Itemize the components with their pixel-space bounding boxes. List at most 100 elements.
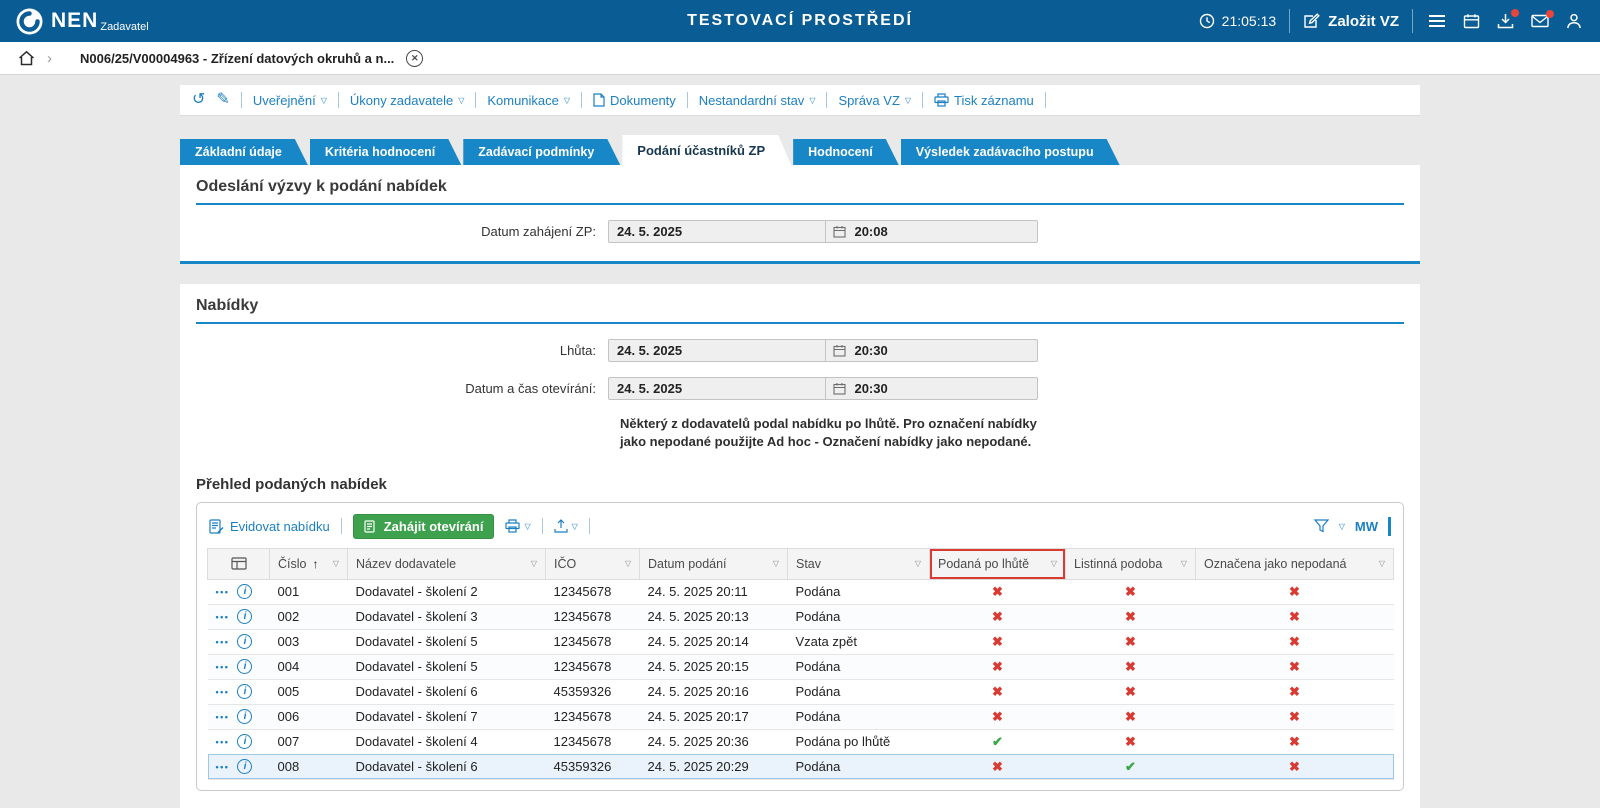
cell-nazev: Dodavatel - školení 4 [348, 729, 546, 754]
export-grid-button[interactable]: ▽ [554, 519, 578, 533]
table-row[interactable]: ••• i 007 Dodavatel - školení 4 12345678… [208, 729, 1394, 754]
table-row[interactable]: ••• i 002 Dodavatel - školení 3 12345678… [208, 604, 1394, 629]
col-nazev-dodavatele[interactable]: Název dodavatele ▽ [348, 548, 546, 579]
table-row[interactable]: ••• i 005 Dodavatel - školení 6 45359326… [208, 679, 1394, 704]
print-grid-button[interactable]: ▽ [505, 519, 530, 533]
col-podana-po-lhute[interactable]: Podaná po lhůtě ▽ [930, 548, 1066, 579]
record-action-bar: ↺ ✎ Uveřejnění ▽ Úkony zadavatele ▽ Komu… [180, 85, 1420, 116]
col-cislo[interactable]: Číslo ↑ ▽ [270, 548, 348, 579]
divider [826, 92, 827, 108]
tab-zadavaci-podminky[interactable]: Zadávací podmínky [463, 139, 620, 165]
table-row[interactable]: ••• i 006 Dodavatel - školení 7 12345678… [208, 704, 1394, 729]
table-row[interactable]: ••• i 003 Dodavatel - školení 5 12345678… [208, 629, 1394, 654]
row-menu-button[interactable]: ••• [216, 737, 230, 747]
calendar-button[interactable] [1461, 11, 1482, 31]
lhuta-date-input[interactable]: 24. 5. 2025 [609, 340, 826, 361]
row-menu-button[interactable]: ••• [216, 612, 230, 622]
filter-button[interactable] [1314, 519, 1329, 533]
row-info-button[interactable]: i [237, 759, 252, 774]
row-info-button[interactable]: i [237, 609, 252, 624]
table-row[interactable]: ••• i 001 Dodavatel - školení 2 12345678… [208, 579, 1394, 604]
cell-ico: 12345678 [546, 629, 640, 654]
downloads-button[interactable] [1495, 11, 1516, 31]
datum-zahajeni-date-input[interactable]: 24. 5. 2025 [609, 221, 826, 242]
row-info-button[interactable]: i [237, 584, 252, 599]
row-menu-button[interactable]: ••• [216, 662, 230, 672]
menu-sprava-vz[interactable]: Správa VZ ▽ [838, 93, 911, 108]
col-stav[interactable]: Stav ▽ [788, 548, 930, 579]
cell-datum-podani: 24. 5. 2025 20:17 [640, 704, 788, 729]
row-menu-button[interactable]: ••• [216, 587, 230, 597]
app-header: NEN Zadavatel TESTOVACÍ PROSTŘEDÍ 21:05:… [0, 0, 1600, 42]
cell-datum-podani: 24. 5. 2025 20:16 [640, 679, 788, 704]
row-info-button[interactable]: i [237, 709, 252, 724]
menu-uverejneni[interactable]: Uveřejnění ▽ [253, 93, 327, 108]
menu-tisk-zaznamu[interactable]: Tisk záznamu [934, 93, 1034, 108]
col-listinna-podoba[interactable]: Listinná podoba ▽ [1066, 548, 1196, 579]
filter-caret-icon[interactable]: ▽ [1181, 559, 1187, 568]
filter-caret-icon[interactable]: ▽ [531, 559, 537, 568]
row-menu-button[interactable]: ••• [216, 687, 230, 697]
tab-hodnoceni[interactable]: Hodnocení [793, 139, 899, 165]
menu-komunikace[interactable]: Komunikace ▽ [487, 93, 570, 108]
row-info-button[interactable]: i [237, 684, 252, 699]
create-vz-button[interactable]: Založit VZ [1303, 13, 1399, 30]
undo-button[interactable]: ↺ [192, 92, 205, 108]
filter-caret-icon[interactable]: ▽ [333, 559, 339, 568]
chevron-down-icon[interactable]: ▽ [1339, 522, 1345, 531]
chevron-right-icon: › [47, 50, 52, 67]
grid-toolbar-right: ▽ MW [1314, 517, 1391, 536]
home-button[interactable] [18, 50, 35, 66]
table-row[interactable]: ••• i 008 Dodavatel - školení 6 45359326… [208, 754, 1394, 779]
row-menu-button[interactable]: ••• [216, 762, 230, 772]
otevirani-date-input[interactable]: 24. 5. 2025 [609, 378, 826, 399]
tab-vysledek-zadavaciho-postupu[interactable]: Výsledek zadávacího postupu [901, 139, 1120, 165]
table-row[interactable]: ••• i 004 Dodavatel - školení 5 12345678… [208, 654, 1394, 679]
col-oznacena-jako-nepodana[interactable]: Označena jako nepodaná ▽ [1196, 548, 1394, 579]
col-ico[interactable]: IČO ▽ [546, 548, 640, 579]
col-row-settings[interactable] [208, 548, 270, 579]
filter-caret-icon[interactable]: ▽ [773, 559, 779, 568]
notification-badge [1511, 9, 1519, 17]
tab-podani-ucastniku-zp[interactable]: Podání účastníků ZP [622, 135, 791, 165]
menu-button[interactable] [1426, 12, 1448, 30]
filter-caret-icon[interactable]: ▽ [915, 559, 921, 568]
cell-cislo: 006 [270, 704, 348, 729]
filter-caret-icon[interactable]: ▽ [625, 559, 631, 568]
menu-label: Komunikace [487, 93, 559, 108]
evidovat-nabidku-button[interactable]: Evidovat nabídku [209, 519, 330, 534]
filter-caret-icon[interactable]: ▽ [1379, 559, 1385, 568]
col-datum-podani[interactable]: Datum podání ▽ [640, 548, 788, 579]
tab-kriteria-hodnoceni[interactable]: Kritéria hodnocení [310, 139, 461, 165]
user-button[interactable] [1564, 11, 1584, 31]
tab-zakladni-udaje[interactable]: Základní údaje [180, 139, 308, 165]
filter-caret-icon[interactable]: ▽ [1051, 559, 1057, 568]
zahajit-otevirani-button[interactable]: Zahájit otevírání [353, 514, 495, 539]
messages-button[interactable] [1529, 12, 1551, 30]
scrollbar-indicator[interactable] [1388, 517, 1391, 536]
mw-button[interactable]: MW [1355, 519, 1378, 534]
undo-icon: ↺ [192, 91, 205, 108]
section-nabidky: Nabídky Lhůta: 24. 5. 2025 20:30 Datum a… [180, 284, 1420, 808]
cell-row-actions: ••• i [208, 654, 270, 679]
row-menu-button[interactable]: ••• [216, 637, 230, 647]
menu-ukony-zadavatele[interactable]: Úkony zadavatele ▽ [350, 93, 465, 108]
datum-zahajeni-time-input[interactable]: 20:08 [826, 221, 1037, 242]
menu-nestandardni-stav[interactable]: Nestandardní stav ▽ [699, 93, 816, 108]
column-label: IČO [554, 557, 576, 571]
cell-listinna-podoba: ✖ [1066, 654, 1196, 679]
row-info-button[interactable]: i [237, 634, 252, 649]
row-menu-button[interactable]: ••• [216, 712, 230, 722]
edit-button[interactable]: ✎ [216, 92, 229, 108]
otevirani-time-input[interactable]: 20:30 [826, 378, 1037, 399]
breadcrumb-record[interactable]: N006/25/V00004963 - Zřízení datových okr… [80, 50, 423, 67]
menu-dokumenty[interactable]: Dokumenty [593, 93, 676, 108]
lhuta-time-input[interactable]: 20:30 [826, 340, 1037, 361]
chevron-down-icon: ▽ [905, 96, 911, 105]
row-info-button[interactable]: i [237, 734, 252, 749]
row-info-button[interactable]: i [237, 659, 252, 674]
brand[interactable]: NEN Zadavatel [16, 8, 149, 35]
cell-nazev: Dodavatel - školení 5 [348, 654, 546, 679]
close-record-button[interactable]: ✕ [406, 50, 423, 67]
column-label: Název dodavatele [356, 557, 456, 571]
